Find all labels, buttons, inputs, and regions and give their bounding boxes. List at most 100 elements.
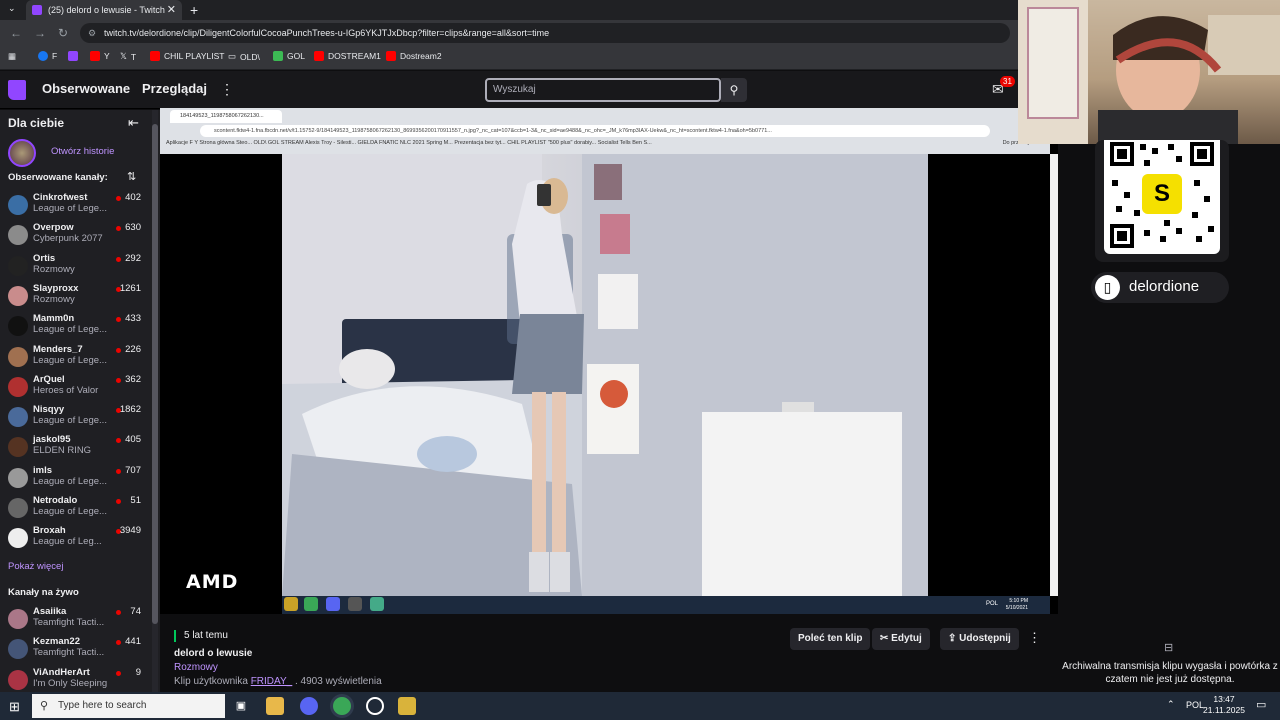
show-more-link[interactable]: Pokaż więcej xyxy=(8,561,63,572)
taskbar-clock[interactable]: 13:47 21.11.2025 xyxy=(1203,694,1245,716)
nav-browse[interactable]: Przeglądaj xyxy=(142,81,207,96)
live-channels-heading: Kanały na żywo xyxy=(8,587,79,598)
channel-row[interactable]: ViAndHerArt I'm Only Sleeping 9 xyxy=(0,665,160,695)
reload-icon[interactable]: ↻ xyxy=(58,26,68,40)
channel-row[interactable]: Kezman22 Teamfight Tacti... 441 xyxy=(0,634,160,664)
channel-row[interactable]: Menders_7 League of Lege... 226 xyxy=(0,342,160,372)
taskbar-search-input[interactable]: ⚲ Type here to search xyxy=(32,694,225,718)
channel-name: Broxah xyxy=(33,525,66,537)
channel-avatar xyxy=(8,285,28,306)
taskbar-search-placeholder: Type here to search xyxy=(58,700,147,711)
channel-avatar xyxy=(8,376,28,397)
archive-icon: ⊟ xyxy=(1164,642,1174,654)
channel-name: Menders_7 xyxy=(33,343,83,355)
story-avatar[interactable] xyxy=(8,139,36,167)
scrollbar-thumb[interactable] xyxy=(152,124,158,624)
captured-taskbar: POL 5:10 PM 5/10/2021 xyxy=(282,596,1050,614)
url-field[interactable]: ⚙ twitch.tv/delordione/clip/DiligentColo… xyxy=(80,23,1010,43)
followed-channels-heading: Obserwowane kanały: xyxy=(8,172,108,183)
bookmark-item[interactable]: DOSTREAM1 xyxy=(314,51,381,61)
app-icon[interactable] xyxy=(398,697,416,715)
bookmark-item[interactable]: 𝕏T xyxy=(120,51,136,62)
obs-icon[interactable] xyxy=(366,697,384,715)
captured-browser-chrome: 184149523_1198758067262130... scontent.f… xyxy=(160,108,1050,154)
file-explorer-icon[interactable] xyxy=(266,697,284,715)
clip-category-link[interactable]: Rozmowy xyxy=(174,662,218,673)
bookmark-item[interactable]: Dostream2 xyxy=(386,51,442,61)
bookmark-item[interactable]: CHIL PLAYLIST xyxy=(150,51,224,61)
edit-label: Edytuj xyxy=(891,633,922,644)
channel-game: ELDEN RING xyxy=(33,445,92,457)
channel-row[interactable]: Asaiika Teamfight Tacti... 74 xyxy=(0,604,160,634)
channel-row[interactable]: Cinkrofwest League of Lege... 402 xyxy=(0,190,160,220)
twitch-logo-icon[interactable] xyxy=(8,80,26,100)
channel-avatar xyxy=(8,225,28,246)
channel-row[interactable]: jaskol95 ELDEN RING 405 xyxy=(0,432,160,462)
tray-overflow-icon[interactable]: ⌃ xyxy=(1167,699,1175,710)
live-indicator-icon xyxy=(116,196,121,201)
forward-icon[interactable]: → xyxy=(34,26,46,40)
channel-row[interactable]: ArQuel Heroes of Valor 362 xyxy=(0,372,160,402)
chrome-icon[interactable] xyxy=(333,697,351,715)
apps-grid-icon[interactable]: ▦ xyxy=(8,51,16,62)
channel-row[interactable]: Broxah League of Leg... 3949 xyxy=(0,523,160,553)
channel-name: ViAndHerArt xyxy=(33,666,90,678)
youtube-icon xyxy=(150,51,160,61)
live-indicator-icon xyxy=(116,499,121,504)
channel-row[interactable]: Slayproxx Rozmowy 1261 xyxy=(0,281,160,311)
edit-button[interactable]: ✂ Edytuj xyxy=(872,628,930,650)
live-indicator-icon xyxy=(116,468,121,474)
language-indicator[interactable]: POL xyxy=(1186,700,1204,710)
bookmark-item[interactable]: Y xyxy=(90,51,110,61)
bookmarks-bar: ▦ F Y 𝕏T CHIL PLAYLIST ▭ OLD\ GOL DOSTREA… xyxy=(0,46,1020,70)
site-info-icon[interactable]: ⚙ xyxy=(88,23,96,43)
more-actions-icon[interactable]: ⋮ xyxy=(1028,630,1041,646)
search-input[interactable]: Wyszukaj xyxy=(485,78,721,102)
share-label: Udostępnij xyxy=(959,633,1011,644)
search-icon: ⚲ xyxy=(40,700,49,712)
channel-avatar xyxy=(8,316,28,337)
viewer-count: 402 xyxy=(125,192,141,203)
new-tab-icon[interactable]: + xyxy=(190,0,198,20)
discord-icon[interactable] xyxy=(300,697,318,715)
collapse-sidebar-icon[interactable]: ⇤ xyxy=(128,115,139,131)
search-icon: ⚲ xyxy=(729,83,739,97)
notification-center-icon[interactable]: ▭ xyxy=(1256,698,1266,711)
task-view-icon[interactable]: ▣ xyxy=(232,697,250,715)
view-count: . 4903 wyświetlenia xyxy=(294,676,382,687)
nav-following[interactable]: Obserwowane xyxy=(42,81,130,96)
channel-row[interactable]: Ortis Rozmowy 292 xyxy=(0,251,160,281)
back-icon[interactable]: ← xyxy=(10,26,22,40)
notifications-button[interactable]: ✉ 31 xyxy=(992,76,1015,98)
viewer-count: 292 xyxy=(125,252,141,264)
search-button[interactable]: ⚲ xyxy=(721,78,747,102)
channel-game: League of Lege... xyxy=(33,354,107,366)
channel-row[interactable]: Netrodalo League of Lege... 51 xyxy=(0,493,160,523)
channel-row[interactable]: imls League of Lege... 707 xyxy=(0,463,160,493)
channel-game: Heroes of Valor xyxy=(33,384,99,396)
channel-row[interactable]: Nisqyy League of Lege... 1862 xyxy=(0,402,160,432)
clipper-link[interactable]: FRIDAY_ xyxy=(251,676,293,687)
browser-tab-active[interactable]: (25) delord o lewusie - Twitch ✕ xyxy=(26,0,182,20)
sort-icon[interactable]: ⇅ xyxy=(127,170,136,183)
bookmark-item[interactable]: ▭ OLD\ xyxy=(228,51,260,62)
channel-row[interactable]: Mamm0n League of Lege... 433 xyxy=(0,311,160,341)
bookmark-label: Y xyxy=(104,51,110,61)
channel-name: Asaiika xyxy=(33,606,67,617)
channel-name: Overpow xyxy=(33,222,74,234)
share-button[interactable]: ⇪ Udostępnij xyxy=(940,628,1019,650)
search-placeholder: Wyszukaj xyxy=(493,84,536,95)
windows-start-icon[interactable]: ⊞ xyxy=(9,699,20,715)
open-stories-link[interactable]: Otwórz historie xyxy=(51,146,114,157)
recommend-clip-button[interactable]: Poleć ten klip xyxy=(790,628,871,650)
bookmark-item[interactable] xyxy=(68,51,82,61)
close-tab-icon[interactable]: ✕ xyxy=(167,0,176,20)
bookmark-item[interactable]: GOL xyxy=(273,51,305,61)
sidebar-scrollbar[interactable] xyxy=(152,110,158,692)
bookmark-item[interactable]: F xyxy=(38,51,57,61)
channel-row[interactable]: Overpow Cyberpunk 2077 630 xyxy=(0,220,160,250)
qr-code-panel: S xyxy=(1095,140,1229,262)
tab-search-icon[interactable]: ⌄ xyxy=(8,3,16,14)
more-options-icon[interactable]: ⋮ xyxy=(220,81,234,98)
channel-name: ArQuel xyxy=(33,373,65,385)
